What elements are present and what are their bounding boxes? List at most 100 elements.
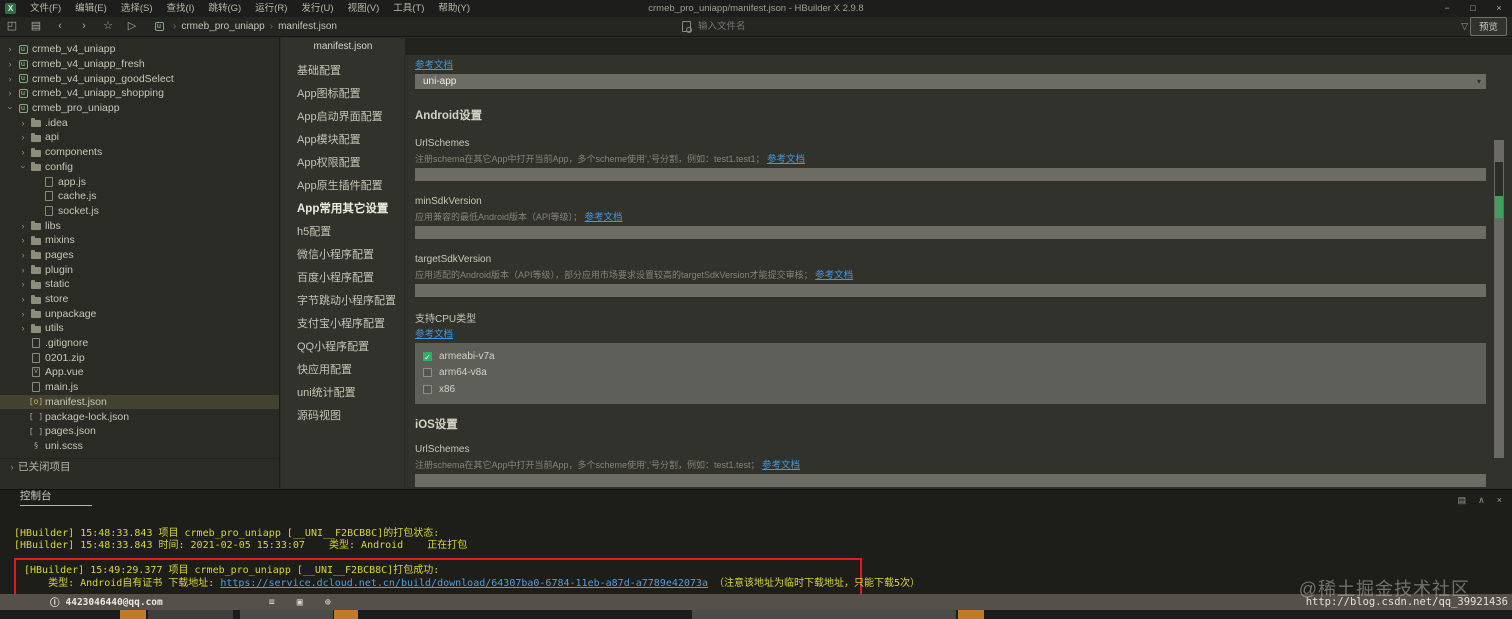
nav-item-app-native-plugin-config[interactable]: App原生插件配置 (281, 175, 404, 198)
menu-file[interactable]: 文件(F) (23, 0, 68, 17)
reference-doc-link[interactable]: 参考文档 (415, 329, 453, 340)
account-email[interactable]: 4423046440@qq.com (66, 597, 163, 608)
config-scrollbar-thumb-marker[interactable] (1495, 196, 1503, 218)
nav-item-weixin-mp-config[interactable]: 微信小程序配置 (281, 244, 404, 267)
tree-item-components[interactable]: components (0, 145, 279, 160)
nav-item-baidu-mp-config[interactable]: 百度小程序配置 (281, 267, 404, 290)
chevron-right-icon[interactable] (17, 250, 29, 260)
chevron-right-icon[interactable] (17, 294, 29, 304)
closed-projects-row[interactable]: 已关闭项目 (0, 458, 279, 474)
close-button[interactable]: × (1486, 0, 1512, 17)
save-icon[interactable]: ▤ (24, 17, 48, 36)
close-console-icon[interactable]: × (1497, 495, 1502, 506)
tree-item-crmeb_v4_uniapp_fresh[interactable]: crmeb_v4_uniapp_fresh (0, 57, 279, 72)
tree-item-unpackage[interactable]: unpackage (0, 306, 279, 321)
nav-item-basic-config[interactable]: 基础配置 (281, 60, 404, 83)
tree-item-crmeb_v4_uniapp[interactable]: crmeb_v4_uniapp (0, 42, 279, 57)
chevron-right-icon[interactable] (17, 309, 29, 319)
tree-item-cache-js[interactable]: cache.js (0, 189, 279, 204)
tab-manifest-json[interactable]: manifest.json (281, 38, 405, 55)
nav-item-app-icon-config[interactable]: App图标配置 (281, 83, 404, 106)
nav-item-qq-mp-config[interactable]: QQ小程序配置 (281, 336, 404, 359)
chevron-right-icon[interactable] (17, 132, 29, 142)
chevron-right-icon[interactable] (17, 323, 29, 333)
cpu-option-x86[interactable]: x86 (423, 381, 1478, 398)
tree-item-uni-scss[interactable]: uni.scss (0, 439, 279, 454)
menu-publish[interactable]: 发行(U) (294, 0, 340, 17)
target-sdk-input[interactable] (415, 284, 1486, 297)
nav-item-app-other-settings[interactable]: App常用其它设置 (281, 198, 404, 221)
nav-item-bytedance-mp-config[interactable]: 字节跳动小程序配置 (281, 290, 404, 313)
tree-item-static[interactable]: static (0, 277, 279, 292)
tree-item-crmeb_pro_uniapp[interactable]: crmeb_pro_uniapp (0, 101, 279, 116)
breadcrumb-file[interactable]: manifest.json (278, 21, 337, 32)
preview-button[interactable]: 预览 (1469, 17, 1507, 36)
console-settings-icon[interactable]: ▤ (1458, 495, 1467, 506)
tree-item-utils[interactable]: utils (0, 321, 279, 336)
app-platform-select[interactable]: uni-app ▾ (415, 74, 1486, 89)
tree-item-app-vue[interactable]: App.vue (0, 365, 279, 380)
tree-item-store[interactable]: store (0, 292, 279, 307)
tree-item-crmeb_v4_uniapp_shopping[interactable]: crmeb_v4_uniapp_shopping (0, 86, 279, 101)
chevron-down-icon[interactable] (17, 162, 29, 172)
chevron-down-icon[interactable] (4, 103, 16, 113)
tree-item-api[interactable]: api (0, 130, 279, 145)
collapse-icon[interactable]: ∧ (1478, 495, 1485, 506)
ios-urlschemes-input[interactable] (415, 473, 1486, 487)
min-sdk-input[interactable] (415, 226, 1486, 239)
minimize-button[interactable]: − (1434, 0, 1460, 17)
nav-item-quickapp-config[interactable]: 快应用配置 (281, 359, 404, 382)
nav-item-app-module-config[interactable]: App模块配置 (281, 129, 404, 152)
tree-item-libs[interactable]: libs (0, 218, 279, 233)
forward-icon[interactable]: › (72, 17, 96, 36)
menu-edit[interactable]: 编辑(E) (68, 0, 114, 17)
run-icon[interactable]: ▷ (120, 17, 144, 36)
reference-doc-link[interactable]: 参考文档 (762, 460, 800, 471)
checkbox-checked-icon[interactable]: ✓ (423, 351, 432, 362)
chevron-right-icon[interactable] (17, 235, 29, 245)
star-icon[interactable]: ☆ (96, 17, 120, 36)
maximize-button[interactable]: □ (1460, 0, 1486, 17)
cpu-option-arm64-v8a[interactable]: arm64-v8a (423, 365, 1478, 382)
search-input[interactable] (698, 21, 898, 32)
menu-help[interactable]: 帮助(Y) (431, 0, 477, 17)
menu-tools[interactable]: 工具(T) (386, 0, 431, 17)
checkbox-unchecked-icon[interactable] (423, 384, 432, 394)
chevron-right-icon[interactable] (17, 265, 29, 275)
config-scrollbar-thumb[interactable] (1495, 162, 1503, 196)
console-tab[interactable]: 控制台 (20, 488, 92, 506)
chevron-right-icon[interactable] (17, 279, 29, 289)
nav-item-app-splash-config[interactable]: App启动界面配置 (281, 106, 404, 129)
android-urlschemes-input[interactable] (415, 168, 1486, 181)
nav-item-source-view[interactable]: 源码视图 (281, 405, 404, 428)
chevron-right-icon[interactable] (17, 118, 29, 128)
reference-doc-link[interactable]: 参考文档 (815, 270, 853, 281)
breadcrumb-project[interactable]: crmeb_pro_uniapp (181, 21, 264, 32)
tree-item-gitignore[interactable]: .gitignore (0, 336, 279, 351)
menu-find[interactable]: 查找(I) (159, 0, 201, 17)
tree-item-idea[interactable]: .idea (0, 115, 279, 130)
chevron-right-icon[interactable] (17, 147, 29, 157)
tree-item-config[interactable]: config (0, 160, 279, 175)
menu-view[interactable]: 视图(V) (341, 0, 387, 17)
chevron-right-icon[interactable] (4, 59, 16, 69)
chevron-right-icon[interactable] (4, 74, 16, 84)
outline-list-icon[interactable]: ≡ (269, 597, 275, 608)
nav-item-h5-config[interactable]: h5配置 (281, 221, 404, 244)
chevron-right-icon[interactable] (17, 221, 29, 231)
tree-item-package-lock-json[interactable]: package-lock.json (0, 409, 279, 424)
nav-item-app-permission-config[interactable]: App权限配置 (281, 152, 404, 175)
cpu-option-armeabi-v7a[interactable]: ✓ armeabi-v7a (423, 348, 1478, 365)
tree-item-0201-zip[interactable]: 0201.zip (0, 350, 279, 365)
back-icon[interactable]: ‹ (48, 17, 72, 36)
tree-item-manifest-json[interactable]: manifest.json (0, 394, 279, 410)
menu-goto[interactable]: 跳转(G) (201, 0, 248, 17)
download-url-link[interactable]: https://service.dcloud.net.cn/build/down… (220, 578, 708, 589)
filter-funnel-icon[interactable]: ▽ (1461, 21, 1468, 32)
reference-doc-link[interactable]: 参考文档 (767, 154, 805, 165)
nav-item-alipay-mp-config[interactable]: 支付宝小程序配置 (281, 313, 404, 336)
menu-select[interactable]: 选择(S) (114, 0, 160, 17)
tree-item-app-js[interactable]: app.js (0, 174, 279, 189)
tree-item-mixins[interactable]: mixins (0, 233, 279, 248)
tree-item-socket-js[interactable]: socket.js (0, 204, 279, 219)
